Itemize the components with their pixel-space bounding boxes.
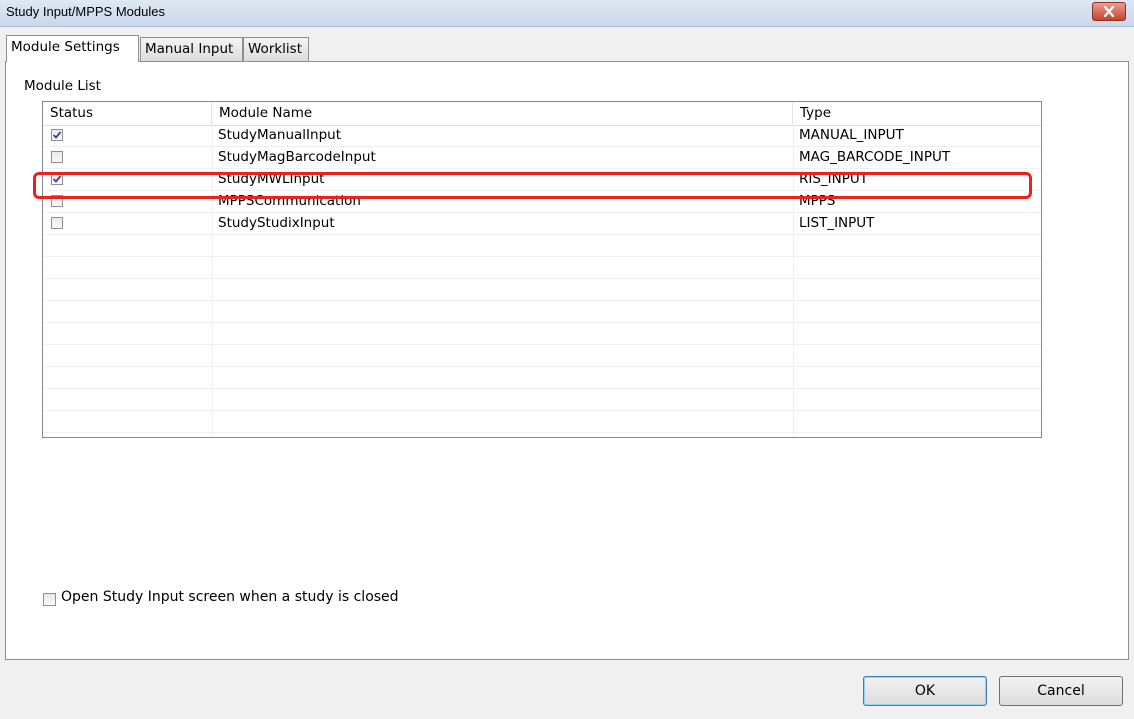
tab-manual-input[interactable]: Manual Input [140, 37, 243, 61]
table-row[interactable]: StudyManualInput MANUAL_INPUT [43, 125, 1041, 147]
column-header-module-name[interactable]: Module Name [212, 102, 793, 125]
module-type-cell: MAG_BARCODE_INPUT [799, 149, 951, 165]
table-row[interactable]: StudyMWLInput RIS_INPUT [43, 169, 1041, 191]
ok-button[interactable]: OK [863, 676, 987, 706]
empty-row [43, 301, 1041, 323]
empty-row [43, 323, 1041, 345]
module-name-cell: StudyStudixInput [218, 215, 335, 231]
module-name-cell: StudyManualInput [218, 127, 341, 143]
status-checkbox[interactable] [51, 217, 63, 229]
empty-row [43, 411, 1041, 433]
table-row[interactable]: StudyStudixInput LIST_INPUT [43, 213, 1041, 235]
column-header-type[interactable]: Type [793, 102, 1041, 125]
tab-worklist[interactable]: Worklist [243, 37, 309, 61]
title-bar: Study Input/MPPS Modules [0, 0, 1134, 27]
column-header-status[interactable]: Status [43, 102, 212, 125]
open-study-input-label: Open Study Input screen when a study is … [61, 589, 399, 605]
module-name-cell: StudyMWLInput [218, 171, 325, 187]
window-title: Study Input/MPPS Modules [6, 4, 165, 19]
empty-row [43, 279, 1041, 301]
empty-row [43, 235, 1041, 257]
list-header: Status Module Name Type [43, 102, 1041, 126]
empty-row [43, 257, 1041, 279]
status-checkbox[interactable] [51, 173, 63, 185]
table-row[interactable]: StudyMagBarcodeInput MAG_BARCODE_INPUT [43, 147, 1041, 169]
module-name-cell: MPPSCommunication [218, 193, 361, 209]
status-checkbox[interactable] [51, 151, 63, 163]
checkmark-icon [52, 175, 62, 183]
module-type-cell: MPPS [799, 193, 836, 209]
cancel-button[interactable]: Cancel [999, 676, 1123, 706]
empty-row [43, 345, 1041, 367]
checkmark-icon [52, 131, 62, 139]
open-study-input-checkbox[interactable] [43, 593, 56, 606]
status-checkbox[interactable] [51, 195, 63, 207]
module-type-cell: RIS_INPUT [799, 171, 869, 187]
module-type-cell: MANUAL_INPUT [799, 127, 904, 143]
status-checkbox[interactable] [51, 129, 63, 141]
module-list[interactable]: Status Module Name Type StudyManualInput… [42, 101, 1042, 438]
empty-row [43, 367, 1041, 389]
close-button[interactable] [1092, 2, 1126, 21]
module-type-cell: LIST_INPUT [799, 215, 875, 231]
close-icon [1103, 6, 1115, 17]
table-row[interactable]: MPPSCommunication MPPS [43, 191, 1041, 213]
empty-row [43, 389, 1041, 411]
module-list-label: Module List [24, 78, 101, 94]
module-name-cell: StudyMagBarcodeInput [218, 149, 376, 165]
tab-module-settings[interactable]: Module Settings [6, 35, 139, 62]
